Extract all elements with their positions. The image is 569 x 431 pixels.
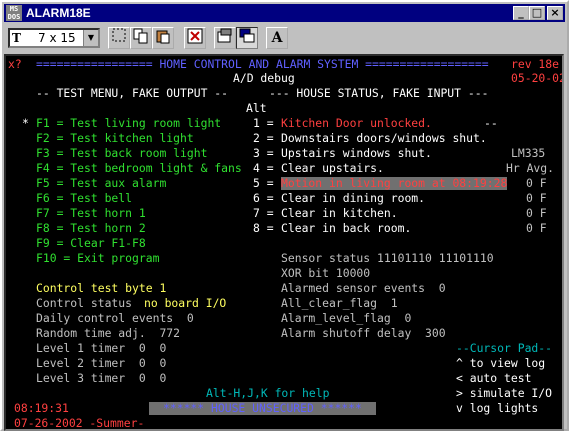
sensor-status: Sensor status 11101110 11101110 bbox=[281, 251, 494, 265]
menu-item-f6[interactable]: F6 = Test bell bbox=[36, 192, 132, 205]
maximize-button[interactable]: □ bbox=[529, 6, 545, 20]
status-text-2: Downstairs doors/windows shut. bbox=[281, 131, 487, 145]
security-banner: ****** HOUSE UNSECURED ****** bbox=[149, 402, 376, 415]
status-num-4: 4 = bbox=[253, 161, 274, 175]
mark-button[interactable] bbox=[108, 27, 130, 49]
alarm-shutoff-delay: Alarm shutoff delay 300 bbox=[281, 326, 446, 340]
status-text-5: Motion in living room at 08:19:28 bbox=[281, 176, 508, 190]
control-status-label: Control status bbox=[36, 296, 133, 310]
temp-6: 0 F bbox=[526, 191, 547, 205]
close-button[interactable]: × bbox=[547, 6, 563, 20]
selection-marker: * bbox=[22, 116, 29, 130]
status-dashes: -- bbox=[484, 116, 498, 130]
status-num-1: 1 = bbox=[253, 116, 274, 130]
fullscreen-icon bbox=[187, 28, 203, 44]
copy-button[interactable] bbox=[130, 27, 152, 49]
status-text-1: Kitchen Door unlocked. bbox=[281, 116, 432, 130]
hour-average-label: Hr Avg. bbox=[506, 161, 555, 175]
cursor-pad-simulate-io[interactable]: > simulate I/O bbox=[456, 387, 552, 400]
all-clear-flag: All_clear_flag 1 bbox=[281, 296, 398, 310]
mark-icon bbox=[112, 28, 126, 42]
chevron-down-icon[interactable]: ▼ bbox=[83, 30, 98, 46]
house-status-heading: --- HOUSE STATUS, FAKE INPUT --- bbox=[269, 86, 489, 100]
current-time: 08:19:31 bbox=[14, 401, 69, 415]
status-num-7: 7 = bbox=[253, 206, 274, 220]
menu-item-f7[interactable]: F7 = Test horn 1 bbox=[36, 207, 146, 220]
level-2-timer: Level 2 timer 0 0 bbox=[36, 356, 167, 370]
status-num-5: 5 = bbox=[253, 176, 274, 190]
app-window: MS DOS ALARM18E _ □ × T 7 x 15 ▼ A x? ==… bbox=[0, 0, 569, 431]
menu-item-f8[interactable]: F8 = Test horn 2 bbox=[36, 222, 146, 235]
minimize-button[interactable]: _ bbox=[513, 6, 529, 20]
status-num-6: 6 = bbox=[253, 191, 274, 205]
temp-5: 0 F bbox=[526, 176, 547, 190]
status-text-6: Clear in dining room. bbox=[281, 191, 426, 205]
properties-button[interactable] bbox=[214, 27, 236, 49]
paste-icon bbox=[156, 30, 170, 44]
font-button[interactable]: A bbox=[266, 27, 288, 49]
cursor-pad-auto-test[interactable]: < auto test bbox=[456, 372, 531, 385]
title-bar[interactable]: MS DOS ALARM18E _ □ × bbox=[4, 4, 565, 22]
mode-subtitle: A/D debug bbox=[233, 71, 295, 85]
menu-item-f3[interactable]: F3 = Test back room light bbox=[36, 147, 207, 160]
cursor-pad-title: --Cursor Pad-- bbox=[456, 341, 553, 355]
test-menu-heading: -- TEST MENU, FAKE OUTPUT -- bbox=[36, 86, 229, 100]
status-text-7: Clear in kitchen. bbox=[281, 206, 398, 220]
level-3-timer: Level 3 timer 0 0 bbox=[36, 371, 167, 385]
menu-item-f1[interactable]: F1 = Test living room light bbox=[36, 117, 221, 130]
header-date: 05-20-02 bbox=[511, 71, 564, 85]
daily-control-events: Daily control events 0 bbox=[36, 311, 194, 325]
truetype-icon: T bbox=[12, 31, 21, 45]
revision: rev 18e bbox=[511, 57, 560, 71]
toolbar: T 7 x 15 ▼ A bbox=[4, 24, 565, 52]
control-status-value: no board I/O bbox=[144, 296, 227, 310]
copy-icon bbox=[133, 28, 148, 44]
window-title: ALARM18E bbox=[26, 6, 91, 20]
menu-item-f10[interactable]: F10 = Exit program bbox=[36, 252, 159, 265]
help-hint: Alt-H,J,K for help bbox=[206, 386, 330, 400]
system-title: ================= HOME CONTROL AND ALARM… bbox=[36, 57, 489, 71]
menu-item-f9[interactable]: F9 = Clear F1-F8 bbox=[36, 237, 146, 250]
status-text-3: Upstairs windows shut. bbox=[281, 146, 432, 160]
status-num-8: 8 = bbox=[253, 221, 274, 235]
properties-icon bbox=[217, 28, 232, 43]
menu-item-f5[interactable]: F5 = Test aux alarm bbox=[36, 177, 166, 190]
temp-8: 0 F bbox=[526, 221, 547, 235]
random-time-adj: Random time adj. 772 bbox=[36, 326, 181, 340]
date-season: 07-26-2002 -Summer- bbox=[14, 416, 145, 430]
status-num-3: 3 = bbox=[253, 146, 274, 160]
menu-item-f4[interactable]: F4 = Test bedroom light & fans bbox=[36, 162, 242, 175]
alarm-level-flag: Alarm_level_flag 0 bbox=[281, 311, 412, 325]
alt-label: Alt bbox=[246, 101, 267, 115]
xor-bit: XOR bit 10000 bbox=[281, 266, 371, 280]
status-num-2: 2 = bbox=[253, 131, 274, 145]
level-1-timer: Level 1 timer 0 0 bbox=[36, 341, 167, 355]
alarmed-sensor-events: Alarmed sensor events 0 bbox=[281, 281, 446, 295]
fullscreen-button[interactable] bbox=[184, 27, 206, 49]
command-prompt: x? bbox=[8, 57, 22, 71]
status-text-8: Clear in back room. bbox=[281, 221, 412, 235]
font-size-select[interactable]: T 7 x 15 ▼ bbox=[8, 28, 100, 48]
temp-7: 0 F bbox=[526, 206, 547, 220]
cursor-pad-log-lights[interactable]: v log lights bbox=[456, 402, 538, 415]
sensor-type-label: LM335 bbox=[511, 146, 546, 160]
status-text-4: Clear upstairs. bbox=[281, 161, 384, 175]
terminal-screen[interactable]: x? ================= HOME CONTROL AND AL… bbox=[4, 54, 564, 431]
font-size-value: 7 x 15 bbox=[38, 31, 76, 45]
background-icon bbox=[239, 28, 255, 43]
control-test-byte: Control test byte 1 bbox=[36, 281, 167, 295]
paste-button[interactable] bbox=[152, 27, 174, 49]
msdos-icon[interactable]: MS DOS bbox=[6, 5, 22, 21]
cursor-pad-view-log[interactable]: ^ to view log bbox=[456, 357, 545, 370]
menu-item-f2[interactable]: F2 = Test kitchen light bbox=[36, 132, 194, 145]
background-button[interactable] bbox=[236, 27, 258, 49]
